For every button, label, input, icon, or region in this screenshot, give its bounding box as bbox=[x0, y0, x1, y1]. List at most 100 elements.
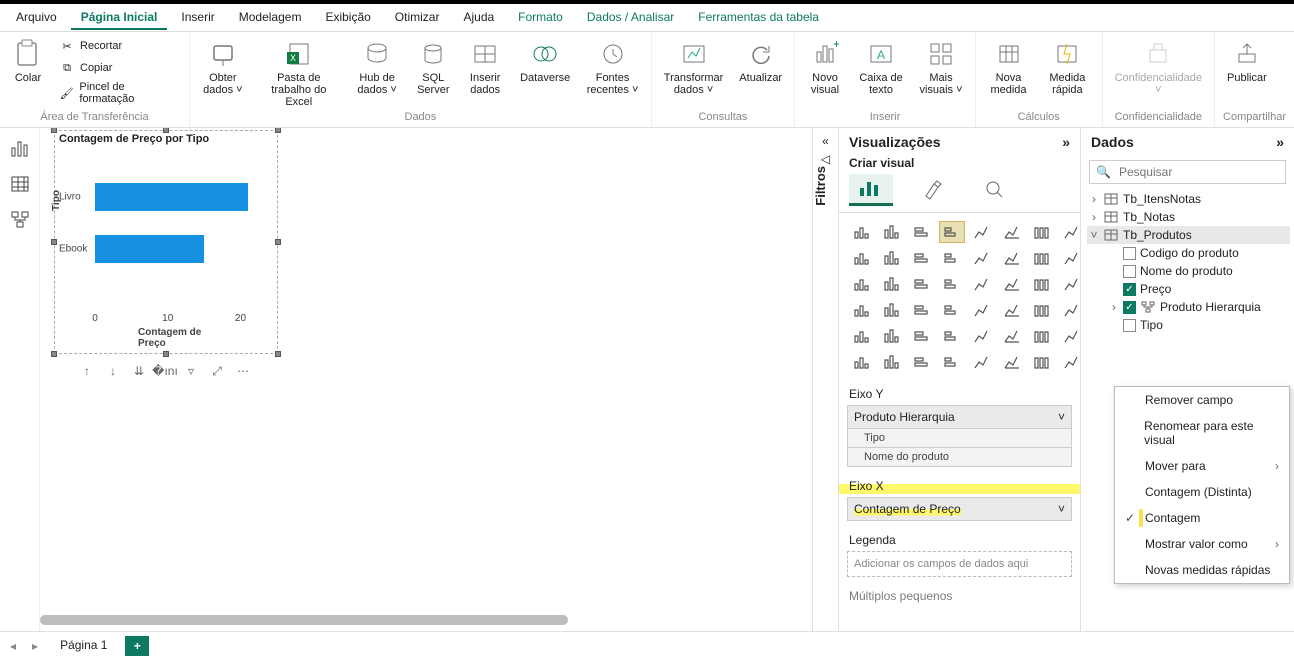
visual-type-button[interactable] bbox=[879, 299, 905, 321]
format-painter-button[interactable]: 🖌Pincel de formatação bbox=[56, 80, 181, 106]
text-box-button[interactable]: ACaixa de texto bbox=[855, 36, 907, 98]
analytics-tab[interactable] bbox=[973, 174, 1017, 206]
resize-handle[interactable] bbox=[275, 239, 281, 245]
field-node[interactable]: Codigo do produto bbox=[1087, 244, 1290, 262]
drill-all-icon[interactable]: ⇊ bbox=[131, 363, 147, 379]
model-view-button[interactable] bbox=[8, 208, 32, 232]
transform-data-button[interactable]: Transformar dados ˅ bbox=[660, 36, 728, 98]
visual-type-button[interactable] bbox=[909, 351, 935, 373]
visual-type-button[interactable] bbox=[849, 247, 875, 269]
visual-type-button[interactable] bbox=[1029, 221, 1055, 243]
page-tab-1[interactable]: Página 1 bbox=[50, 634, 117, 658]
menu-ajuda[interactable]: Ajuda bbox=[453, 6, 504, 30]
visual-type-button[interactable] bbox=[879, 273, 905, 295]
visual-bar-chart[interactable]: Contagem de Preço por Tipo Tipo LivroEbo… bbox=[54, 130, 278, 354]
data-view-button[interactable] bbox=[8, 172, 32, 196]
menu-otimizar[interactable]: Otimizar bbox=[385, 6, 450, 30]
resize-handle[interactable] bbox=[275, 128, 281, 133]
visual-type-button[interactable] bbox=[999, 221, 1025, 243]
context-menu-item[interactable]: Renomear para este visual bbox=[1115, 413, 1289, 453]
page-prev-button[interactable]: ◂ bbox=[6, 639, 20, 653]
report-view-button[interactable] bbox=[8, 136, 32, 160]
field-node[interactable]: Nome do produto bbox=[1087, 262, 1290, 280]
report-canvas[interactable]: Contagem de Preço por Tipo Tipo LivroEbo… bbox=[40, 128, 812, 631]
add-page-button[interactable]: + bbox=[125, 636, 149, 656]
visual-type-button[interactable] bbox=[939, 325, 965, 347]
expand-icon[interactable]: �ını bbox=[157, 363, 173, 379]
dataverse-button[interactable]: Dataverse bbox=[516, 36, 574, 86]
field-node[interactable]: Tipo bbox=[1087, 316, 1290, 334]
context-menu-item[interactable]: Novas medidas rápidas bbox=[1115, 557, 1289, 583]
field-node[interactable]: ✓Preço bbox=[1087, 280, 1290, 298]
build-tab[interactable] bbox=[849, 174, 893, 206]
search-field[interactable]: 🔍 bbox=[1089, 160, 1286, 184]
visual-type-button[interactable] bbox=[849, 221, 875, 243]
drill-down-icon[interactable]: ↓ bbox=[105, 363, 121, 379]
field-checkbox[interactable]: ✓ bbox=[1123, 283, 1136, 296]
filter-icon[interactable]: ▿ bbox=[183, 363, 199, 379]
drill-up-icon[interactable]: ↑ bbox=[79, 363, 95, 379]
visual-type-button[interactable] bbox=[999, 325, 1025, 347]
visual-type-button[interactable] bbox=[939, 221, 965, 243]
visual-type-button[interactable] bbox=[849, 351, 875, 373]
context-menu-item[interactable]: Mostrar valor como› bbox=[1115, 531, 1289, 557]
resize-handle[interactable] bbox=[51, 239, 57, 245]
context-menu-item[interactable]: Remover campo bbox=[1115, 387, 1289, 413]
visual-type-button[interactable] bbox=[1029, 325, 1055, 347]
visual-type-button[interactable] bbox=[999, 299, 1025, 321]
context-menu-item[interactable]: Mover para› bbox=[1115, 453, 1289, 479]
visual-type-button[interactable] bbox=[969, 247, 995, 269]
recent-sources-button[interactable]: Fontes recentes ˅ bbox=[582, 36, 643, 98]
field-checkbox[interactable]: ✓ bbox=[1123, 301, 1136, 314]
new-measure-button[interactable]: Nova medida bbox=[984, 36, 1033, 98]
data-hub-button[interactable]: Hub de dados ˅ bbox=[350, 36, 404, 98]
visual-type-button[interactable] bbox=[879, 351, 905, 373]
bar[interactable] bbox=[95, 183, 248, 211]
resize-handle[interactable] bbox=[163, 351, 169, 357]
menu-modelagem[interactable]: Modelagem bbox=[229, 6, 312, 30]
table-node[interactable]: ˅Tb_Produtos bbox=[1087, 226, 1290, 244]
visual-type-button[interactable] bbox=[849, 325, 875, 347]
visual-type-button[interactable] bbox=[999, 247, 1025, 269]
field-checkbox[interactable] bbox=[1123, 265, 1136, 278]
expand-filters-icon[interactable]: « bbox=[822, 134, 829, 148]
visual-type-button[interactable] bbox=[939, 247, 965, 269]
more-visuals-button[interactable]: Mais visuais ˅ bbox=[915, 36, 967, 98]
visual-type-button[interactable] bbox=[909, 299, 935, 321]
table-node[interactable]: ›Tb_ItensNotas bbox=[1087, 190, 1290, 208]
visual-type-button[interactable] bbox=[1029, 351, 1055, 373]
get-data-button[interactable]: Obter dados ˅ bbox=[198, 36, 248, 98]
context-menu-item[interactable]: Contagem (Distinta) bbox=[1115, 479, 1289, 505]
menu-exibicao[interactable]: Exibição bbox=[315, 6, 380, 30]
menu-arquivo[interactable]: Arquivo bbox=[6, 6, 67, 30]
resize-handle[interactable] bbox=[275, 351, 281, 357]
legend-field-well[interactable]: Adicionar os campos de dados aqui bbox=[847, 551, 1072, 577]
visual-type-button[interactable] bbox=[879, 325, 905, 347]
visual-type-button[interactable] bbox=[1029, 273, 1055, 295]
search-input[interactable] bbox=[1117, 164, 1279, 180]
axis-x-field-well[interactable]: Contagem de Preço ˅ bbox=[847, 497, 1072, 521]
axis-y-field-well[interactable]: Produto Hierarquia ˅ bbox=[847, 405, 1072, 429]
visual-type-button[interactable] bbox=[939, 351, 965, 373]
field-node[interactable]: ›✓Produto Hierarquia bbox=[1087, 298, 1290, 316]
visual-type-button[interactable] bbox=[999, 351, 1025, 373]
field-checkbox[interactable] bbox=[1123, 247, 1136, 260]
visual-type-button[interactable] bbox=[1029, 299, 1055, 321]
format-tab[interactable] bbox=[911, 174, 955, 206]
context-menu-item[interactable]: ✓Contagem bbox=[1115, 505, 1289, 531]
visual-type-button[interactable] bbox=[939, 299, 965, 321]
visual-type-button[interactable] bbox=[969, 221, 995, 243]
visual-type-button[interactable] bbox=[939, 273, 965, 295]
visual-type-button[interactable] bbox=[909, 273, 935, 295]
visual-type-button[interactable] bbox=[849, 299, 875, 321]
visual-type-button[interactable] bbox=[999, 273, 1025, 295]
page-next-button[interactable]: ▸ bbox=[28, 639, 42, 653]
field-checkbox[interactable] bbox=[1123, 319, 1136, 332]
menu-formato[interactable]: Formato bbox=[508, 6, 573, 30]
axis-y-sub-nome[interactable]: Nome do produto bbox=[847, 448, 1072, 467]
collapse-data-pane-icon[interactable]: » bbox=[1276, 134, 1284, 150]
more-icon[interactable]: ⋯ bbox=[235, 363, 251, 379]
excel-button[interactable]: XPasta de trabalho do Excel bbox=[256, 36, 342, 110]
visual-type-button[interactable] bbox=[1029, 247, 1055, 269]
visual-type-button[interactable] bbox=[849, 273, 875, 295]
